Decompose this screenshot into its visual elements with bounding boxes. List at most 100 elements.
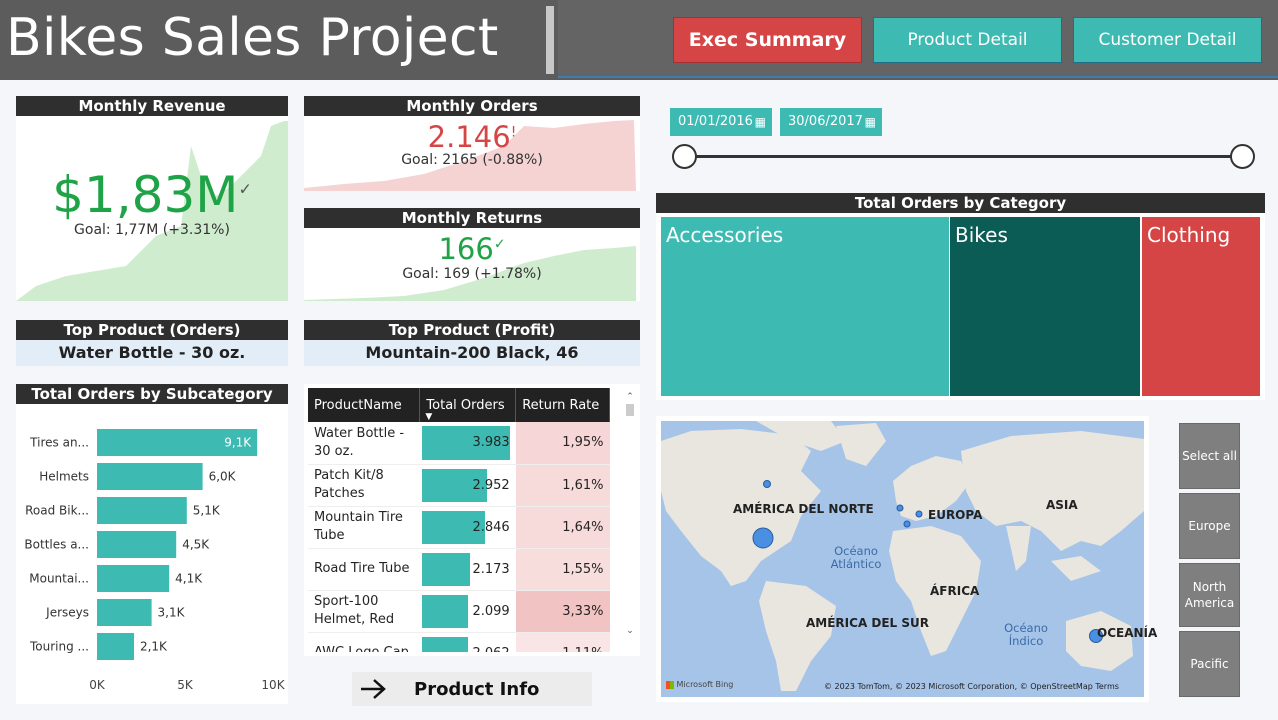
product-table-card: ProductName Total Orders ▼ Return Rate Wa… [304,384,640,656]
scroll-down-icon[interactable]: ⌄ [624,626,636,636]
category-label: Bottles a... [24,538,89,552]
title-divider [546,6,554,74]
nav-customer-detail-button[interactable]: Customer Detail [1073,17,1262,63]
treemap-label-clothing: Clothing [1147,223,1231,247]
category-label: Helmets [39,470,89,484]
total-orders-value: 2.062 [420,646,516,653]
subcategory-chart-card: Total Orders by Subcategory Tires an... 9… [16,384,288,704]
bar-2[interactable] [97,497,187,524]
revenue-goal: Goal: 1,77M (+3.31%) [74,222,230,238]
cell-return-rate: 1,11% [515,632,610,652]
col-header-total-orders[interactable]: Total Orders ▼ [419,388,517,422]
subcategory-chart-title: Total Orders by Subcategory [16,384,288,404]
nav-exec-summary-button[interactable]: Exec Summary [673,17,862,63]
treemap-tile-accessories[interactable]: Accessories [661,217,949,396]
cell-total-orders: 2.099 [419,590,516,633]
total-orders-value: 2.099 [472,603,510,619]
cell-product-name: Water Bottle - 30 oz. [308,422,420,465]
category-treemap-title: Total Orders by Category [656,193,1265,213]
top-product-orders-value: Water Bottle - 30 oz. [16,340,288,366]
col-header-return-rate[interactable]: Return Rate [515,388,610,422]
col-header-productname[interactable]: ProductName [308,388,421,422]
cell-product-name: AWC Logo Cap [308,632,420,652]
product-info-label: Product Info [414,678,540,700]
bar-4[interactable] [97,565,170,592]
orders-goal: Goal: 2165 (-0.88%) [401,152,543,168]
product-table-viewport: ProductName Total Orders ▼ Return Rate Wa… [308,388,614,652]
end-date-input[interactable]: 30/06/2017 ▦ [780,108,882,136]
subcategory-bar-chart: Tires an... 9,1K Helmets 6,0K Road Bik... 5,1… [24,429,286,692]
data-label: 3,1K [158,606,186,620]
map-label-north-america: AMÉRICA DEL NORTE [733,502,874,516]
returns-value: 166✓ [438,232,506,266]
monthly-revenue-title: Monthly Revenue [16,96,288,116]
nav-product-detail-button[interactable]: Product Detail [873,17,1062,63]
revenue-value: $1,83M✓ [52,166,252,224]
map-label-atlantic-ocean: Océano Atlántico [830,544,882,571]
cell-return-rate: 1,61% [515,464,610,507]
bar-1[interactable] [97,463,203,490]
bing-logo: Microsoft Bing [666,680,733,689]
bing-logo-text: Microsoft Bing [676,680,734,689]
map-bubble-canada [763,480,771,488]
map-bubble-france [903,520,911,528]
cell-product-name: Patch Kit/8 Patches [308,464,420,507]
date-slider-end-handle[interactable] [1230,144,1255,169]
cell-return-rate: 1,64% [515,506,610,549]
cell-total-orders: 3.983 [419,422,516,465]
table-row[interactable]: Patch Kit/8 Patches 2.952 1,61% [308,464,610,507]
map-label-indian-ocean: Océano Índico [1004,621,1048,648]
map-credits[interactable]: © 2023 TomTom, © 2023 Microsoft Corporat… [824,682,1119,691]
check-icon: ✓ [493,236,506,253]
monthly-orders-title: Monthly Orders [304,96,640,116]
category-label: Mountai... [29,572,89,586]
returns-goal: Goal: 169 (+1.78%) [402,266,542,282]
top-product-orders-card: Top Product (Orders) Water Bottle - 30 o… [16,320,288,366]
cell-return-rate: 3,33% [515,590,610,633]
treemap-tile-bikes[interactable]: Bikes [950,217,1140,396]
slicer-europe[interactable]: Europe [1179,493,1240,559]
cell-return-rate: 1,95% [515,422,610,465]
start-date-input[interactable]: 01/01/2016 ▦ [670,108,772,136]
top-product-orders-title: Top Product (Orders) [16,320,288,340]
map-label-oceania: OCEANÍA [1097,626,1158,640]
date-slider-start-handle[interactable] [672,144,697,169]
date-slider-track[interactable] [684,155,1244,158]
calendar-icon[interactable]: ▦ [865,108,876,136]
calendar-icon[interactable]: ▦ [755,108,766,136]
cell-product-name: Sport-100 Helmet, Red [308,590,420,633]
table-scrollbar[interactable]: ⌃ ⌄ [624,392,636,636]
bar-3[interactable] [97,531,177,558]
treemap-label-accessories: Accessories [666,223,784,247]
table-row[interactable]: Mountain Tire Tube 2.846 1,64% [308,506,610,549]
scroll-up-icon[interactable]: ⌃ [624,392,636,402]
slicer-select-all[interactable]: Select all [1179,423,1240,489]
treemap-tile-clothing[interactable]: Clothing [1142,217,1260,396]
orders-map-card: AMÉRICA DEL NORTE EUROPA ASIA ÁFRICA AMÉ… [656,416,1157,702]
data-label: 4,5K [182,538,210,552]
map-bubble-north-america [752,527,774,549]
x-tick-label: 0K [89,678,106,692]
world-map[interactable] [661,421,1144,697]
category-label: Jerseys [45,606,89,620]
category-label: Tires an... [29,436,89,450]
category-label: Road Bik... [25,504,89,518]
orders-value: 2.146! [427,120,517,154]
x-tick-label: 5K [177,678,194,692]
product-info-button[interactable]: Product Info [352,672,592,706]
slicer-pacific[interactable]: Pacific [1179,631,1240,697]
data-label: 5,1K [193,504,221,518]
map-label-asia: ASIA [1046,498,1078,512]
table-row[interactable]: AWC Logo Cap2.0621,11% [308,632,610,652]
scroll-thumb[interactable] [626,404,634,416]
total-orders-value: 2.846 [472,519,510,535]
bar-6[interactable] [97,633,134,660]
table-row[interactable]: Water Bottle - 30 oz. 3.983 1,95% [308,422,610,465]
monthly-returns-title: Monthly Returns [304,208,640,228]
table-row[interactable]: Road Tire Tube 2.173 1,55% [308,548,610,591]
table-row[interactable]: Sport-100 Helmet, Red 2.099 3,33% [308,590,610,633]
slicer-north-america[interactable]: North America [1179,563,1240,627]
bar-5[interactable] [97,599,152,626]
check-icon: ✓ [238,179,252,199]
product-table: ProductName Total Orders ▼ Return Rate Wa… [308,388,610,652]
